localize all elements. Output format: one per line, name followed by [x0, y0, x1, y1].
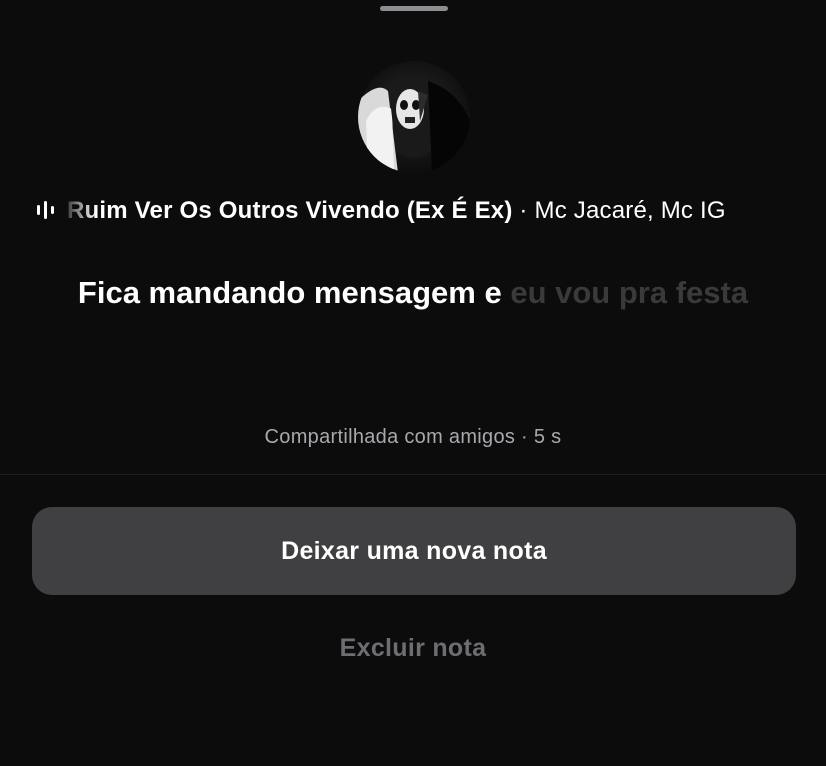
new-note-button[interactable]: Deixar uma nova nota [32, 507, 796, 595]
sheet-drag-handle[interactable] [380, 6, 448, 11]
music-separator: · [512, 197, 535, 224]
divider [0, 474, 826, 475]
artist-name: Mc Jacaré, Mc IG [534, 197, 726, 224]
note-bottom-sheet: Ruim Ver Os Outros Vivendo (Ex É Ex) · M… [0, 0, 826, 766]
ticker-fade-right [740, 190, 826, 230]
lyrics-upcoming: eu vou pra festa [510, 275, 749, 310]
song-title: Ruim Ver Os Outros Vivendo (Ex É Ex) [67, 197, 513, 224]
note-visibility-meta: Compartilhada com amigos · 5 s [264, 426, 562, 448]
ticker-fade-left [60, 190, 96, 230]
lyrics-text: Fica mandando mensagem e eu vou pra fest… [60, 272, 766, 314]
avatar-image [358, 61, 470, 173]
music-ticker[interactable]: Ruim Ver Os Outros Vivendo (Ex É Ex) · M… [0, 190, 826, 230]
lyrics-current: Fica mandando mensagem e [77, 275, 502, 310]
music-title-text: Ruim Ver Os Outros Vivendo (Ex É Ex) · M… [67, 197, 726, 225]
audio-waveform-icon [37, 201, 54, 219]
delete-note-button[interactable]: Excluir nota [0, 628, 826, 668]
profile-avatar[interactable] [358, 61, 470, 173]
